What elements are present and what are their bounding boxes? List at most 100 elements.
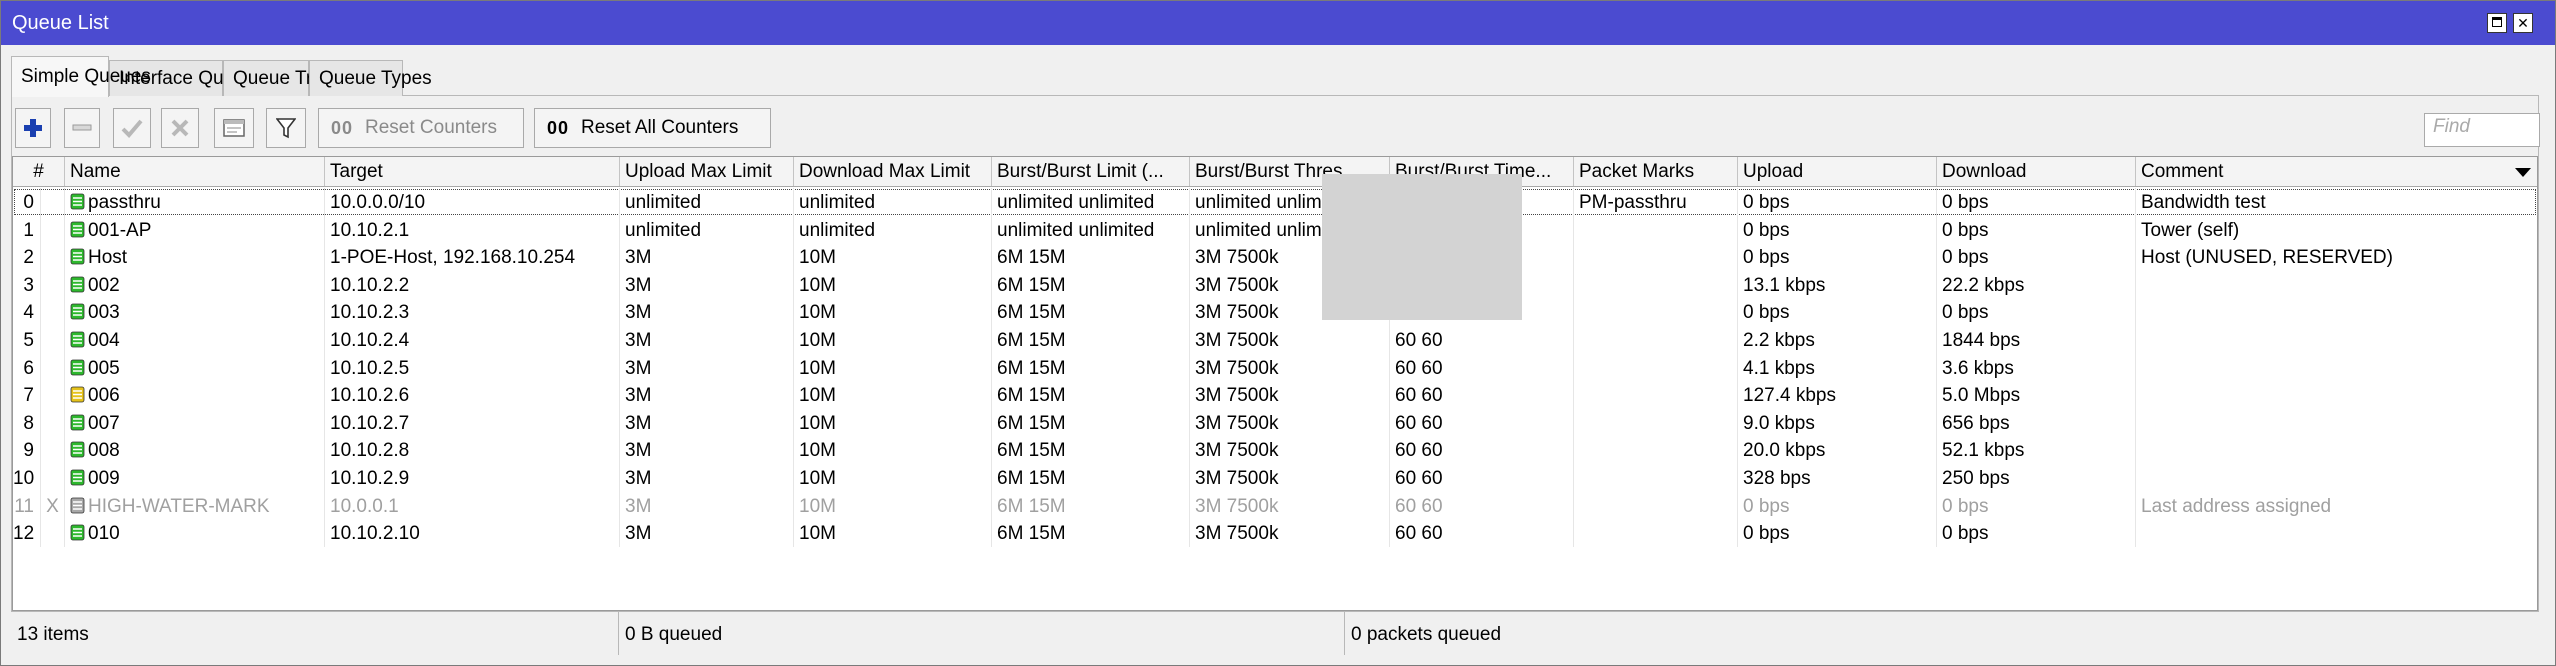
table-row[interactable]: 8 007 10.10.2.7 3M 10M 6M 15M 3M 7500k 60 60 9.0… — [13, 408, 2537, 437]
reset-counters-button[interactable]: 00 Reset Counters — [318, 108, 524, 148]
comment-button[interactable] — [214, 108, 254, 148]
cell-name: 010 — [65, 519, 325, 548]
reset-all-counters-button[interactable]: 00 Reset All Counters — [534, 108, 771, 148]
cell-num: 3 — [13, 270, 41, 299]
table-row[interactable]: 2 Host 1-POE-Host, 192.168.10.254 3M 10M 6M 1… — [13, 243, 2537, 272]
cell-packet-marks — [1574, 326, 1738, 354]
cell-download: 0 bps — [1937, 215, 2136, 244]
column-header-download[interactable]: Download — [1937, 157, 2136, 186]
cell-comment: Last address assigned — [2136, 492, 2537, 520]
column-header-download-max-limit[interactable]: Download Max Limit — [794, 157, 992, 186]
close-icon[interactable]: ✕ — [2513, 13, 2533, 33]
queue-table: # Name Target Upload Max Limit Download … — [12, 156, 2538, 611]
cell-packet-marks — [1574, 243, 1738, 272]
cell-upload-max: 3M — [620, 353, 794, 382]
cell-upload: 0 bps — [1738, 215, 1937, 244]
queue-icon — [70, 497, 85, 514]
cell-flag — [41, 270, 65, 299]
cell-comment — [2136, 409, 2537, 437]
table-row[interactable]: 300210.10.2.23M10M6M 15M3M 7500k60 6013.… — [13, 270, 2537, 299]
tab-queue-tree[interactable]: Queue Tree — [223, 60, 333, 96]
redacted-comments — [1322, 174, 1522, 320]
table-row[interactable]: 5 004 10.10.2.4 3M 10M 6M 15M 3M 7500k 60 60 2.2… — [13, 326, 2537, 354]
cell-download: 0 bps — [1937, 491, 2136, 520]
cell-flag — [41, 326, 65, 354]
cell-num: 5 — [13, 326, 41, 354]
queue-name: 002 — [88, 274, 120, 296]
cell-num: 4 — [13, 298, 41, 327]
maximize-icon[interactable] — [2487, 13, 2507, 33]
table-row[interactable]: 400310.10.2.33M10M6M 15M3M 7500k60 600 b… — [13, 298, 2537, 327]
cell-target: 10.10.2.1 — [325, 215, 620, 244]
cell-burst-time: 60 60 — [1390, 464, 1574, 492]
cell-flag — [41, 243, 65, 272]
cell-download-max: 10M — [794, 353, 992, 382]
cell-upload: 9.0 kbps — [1738, 408, 1937, 437]
cell-comment: Tower (self) — [2136, 216, 2537, 244]
table-row[interactable]: 1 001-AP 10.10.2.1 unlimited unlimited unlimi… — [13, 215, 2537, 244]
cell-target: 10.0.0.1 — [325, 491, 620, 520]
filter-icon — [276, 118, 296, 139]
add-button[interactable] — [15, 108, 51, 148]
table-row[interactable]: 10 009 10.10.2.9 3M 10M 6M 15M 3M 7500k 60 60 32… — [13, 464, 2537, 492]
column-header-num[interactable]: # — [13, 157, 65, 186]
cell-packet-marks — [1574, 270, 1738, 299]
counters-icon: 00 — [331, 118, 354, 138]
cell-target: 10.10.2.4 — [325, 326, 620, 354]
column-header-name[interactable]: Name — [65, 157, 325, 186]
column-header-target[interactable]: Target — [325, 157, 620, 186]
find-input[interactable]: Find — [2424, 113, 2540, 147]
queue-name: 004 — [88, 330, 120, 351]
cell-name: 004 — [65, 326, 325, 354]
cell-upload-max: 3M — [620, 436, 794, 465]
cell-upload: 2.2 kbps — [1738, 326, 1937, 354]
column-header-packet-marks[interactable]: Packet Marks — [1574, 157, 1738, 186]
table-row[interactable]: 9 008 10.10.2.8 3M 10M 6M 15M 3M 7500k 60 60 20.… — [13, 436, 2537, 465]
cell-burst-limit: 6M 15M — [992, 436, 1190, 465]
table-row[interactable]: 11 X HIGH-WATER-MARK 10.0.0.1 3M 10M 6M 15M 3M … — [13, 491, 2537, 520]
table-row[interactable]: 0 passthru 10.0.0.0/10 unlimited unlimited un… — [13, 188, 2537, 216]
check-icon — [121, 119, 143, 138]
cell-flag — [41, 381, 65, 410]
title-bar[interactable]: Queue List ✕ — [1, 1, 2555, 45]
cell-packet-marks — [1574, 215, 1738, 244]
cell-flag — [41, 408, 65, 437]
remove-button[interactable] — [64, 108, 100, 148]
chevron-down-icon[interactable] — [2515, 168, 2531, 177]
queue-icon — [70, 359, 85, 376]
cell-target: 10.10.2.5 — [325, 353, 620, 382]
cell-download-max: 10M — [794, 464, 992, 492]
cell-packet-marks — [1574, 436, 1738, 465]
cell-name: Host — [65, 243, 325, 272]
cell-burst-limit: 6M 15M — [992, 298, 1190, 327]
table-row[interactable]: 6 005 10.10.2.5 3M 10M 6M 15M 3M 7500k 60 60 4.1… — [13, 353, 2537, 382]
disable-button[interactable] — [161, 108, 199, 148]
x-icon — [171, 119, 189, 137]
cell-burst-limit: 6M 15M — [992, 381, 1190, 410]
cell-burst-time: 60 60 — [1390, 381, 1574, 410]
queue-name: 006 — [88, 385, 120, 407]
queue-name: 008 — [88, 440, 120, 462]
table-row[interactable]: 12 010 10.10.2.10 3M 10M 6M 15M 3M 7500k 60 60 0… — [13, 519, 2537, 548]
cell-num: 12 — [13, 519, 41, 548]
column-header-burst-limit[interactable]: Burst/Burst Limit (... — [992, 157, 1190, 186]
column-header-comment[interactable]: Comment — [2136, 157, 2537, 186]
cell-comment — [2136, 436, 2537, 464]
cell-flag — [41, 436, 65, 465]
table-row[interactable]: 7 006 10.10.2.6 3M 10M 6M 15M 3M 7500k 60 60 127… — [13, 381, 2537, 410]
queue-icon — [70, 524, 85, 541]
enable-button[interactable] — [113, 108, 151, 148]
queue-name: 007 — [88, 412, 120, 434]
cell-comment: Bandwidth test — [2136, 188, 2537, 216]
cell-download-max: 10M — [794, 298, 992, 327]
cell-flag — [41, 215, 65, 244]
column-header-upload[interactable]: Upload — [1738, 157, 1937, 186]
column-header-upload-max-limit[interactable]: Upload Max Limit — [620, 157, 794, 186]
cell-burst-limit: 6M 15M — [992, 408, 1190, 437]
filter-button[interactable] — [266, 108, 306, 148]
status-queued-bytes: 0 B queued — [619, 612, 1345, 655]
cell-packet-marks: PM-passthru — [1574, 188, 1738, 216]
cell-download-max: unlimited — [794, 215, 992, 244]
tab-queue-types[interactable]: Queue Types — [309, 60, 432, 96]
tab-simple-queues[interactable]: Simple Queues — [11, 56, 151, 97]
